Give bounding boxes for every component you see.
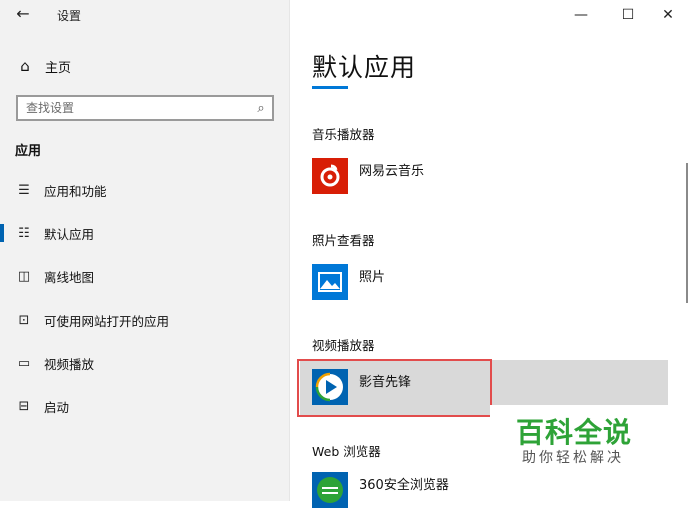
main-panel: — ☐ ✕ 默认应用 音乐播放器 网易云音乐 照片查看器 照片 视频播放器 影音… [290,0,692,508]
app-web-browser[interactable]: 360安全浏览器 [312,472,449,508]
home-label: 主页 [45,60,72,76]
search-input[interactable] [18,97,250,119]
sidebar-item-apps-features[interactable]: ☰ 应用和功能 [0,175,289,205]
page-title: 默认应用 [312,53,417,82]
sidebar-item-default-apps[interactable]: ☷ 默认应用 [0,218,289,248]
window-title: 设置 [57,9,82,23]
app-name: 照片 [359,270,386,285]
sidebar-item-label: 启动 [44,399,70,415]
sidebar-item-startup[interactable]: ⊟ 启动 [0,391,289,421]
netease-music-icon [312,158,348,194]
category-video-player: 视频播放器 [312,338,375,353]
app-music-player[interactable]: 网易云音乐 [312,158,424,194]
scrollbar[interactable] [686,163,688,303]
minimize-icon[interactable]: — [563,2,599,28]
sidebar-item-label: 离线地图 [44,269,95,285]
default-apps-icon: ☷ [18,225,30,241]
sidebar-item-home[interactable]: ⌂ 主页 [15,55,71,77]
watermark-subtitle: 助你轻松解决 [522,450,624,466]
sidebar-item-open-with-website[interactable]: ⊡ 可使用网站打开的应用 [0,305,289,335]
sidebar-item-label: 默认应用 [44,226,95,242]
maximize-icon[interactable]: ☐ [610,2,646,28]
sidebar-item-label: 可使用网站打开的应用 [44,313,170,329]
startup-icon: ⊟ [18,398,30,414]
sidebar-item-label: 应用和功能 [44,183,107,199]
sidebar-item-offline-maps[interactable]: ◫ 离线地图 [0,261,289,291]
app-name: 网易云音乐 [359,164,425,179]
search-box[interactable]: ⌕ [16,95,274,121]
watermark-title: 百科全说 [516,416,633,449]
home-icon: ⌂ [20,57,30,75]
video-playback-icon: ▭ [17,355,31,371]
app-photo-viewer[interactable]: 照片 [312,264,385,300]
highlight-box [297,359,492,417]
open-in-website-icon: ⊡ [18,312,30,328]
arrow-left-icon[interactable]: ← [13,4,33,24]
watermark: 百科全说 助你轻松解决 [490,405,692,475]
close-icon[interactable]: ✕ [650,2,686,28]
apps-list-icon: ☰ [18,182,30,198]
sidebar: ← 设置 ⌂ 主页 ⌕ 应用 ☰ 应用和功能 ☷ 默认应用 ◫ 离线地图 ⊡ 可… [0,0,290,501]
category-music-player: 音乐播放器 [312,127,375,142]
title-underline [312,86,348,89]
offline-maps-icon: ◫ [17,268,31,284]
sidebar-item-label: 视频播放 [44,356,95,372]
category-web-browser: Web 浏览器 [312,444,381,459]
photos-icon [312,264,348,300]
browser-360-icon [312,472,348,508]
search-icon[interactable]: ⌕ [250,101,272,116]
app-name: 360安全浏览器 [359,478,449,493]
active-indicator [0,224,4,242]
sidebar-item-video-playback[interactable]: ▭ 视频播放 [0,348,289,378]
section-title: 应用 [15,144,42,159]
category-photo-viewer: 照片查看器 [312,233,375,248]
